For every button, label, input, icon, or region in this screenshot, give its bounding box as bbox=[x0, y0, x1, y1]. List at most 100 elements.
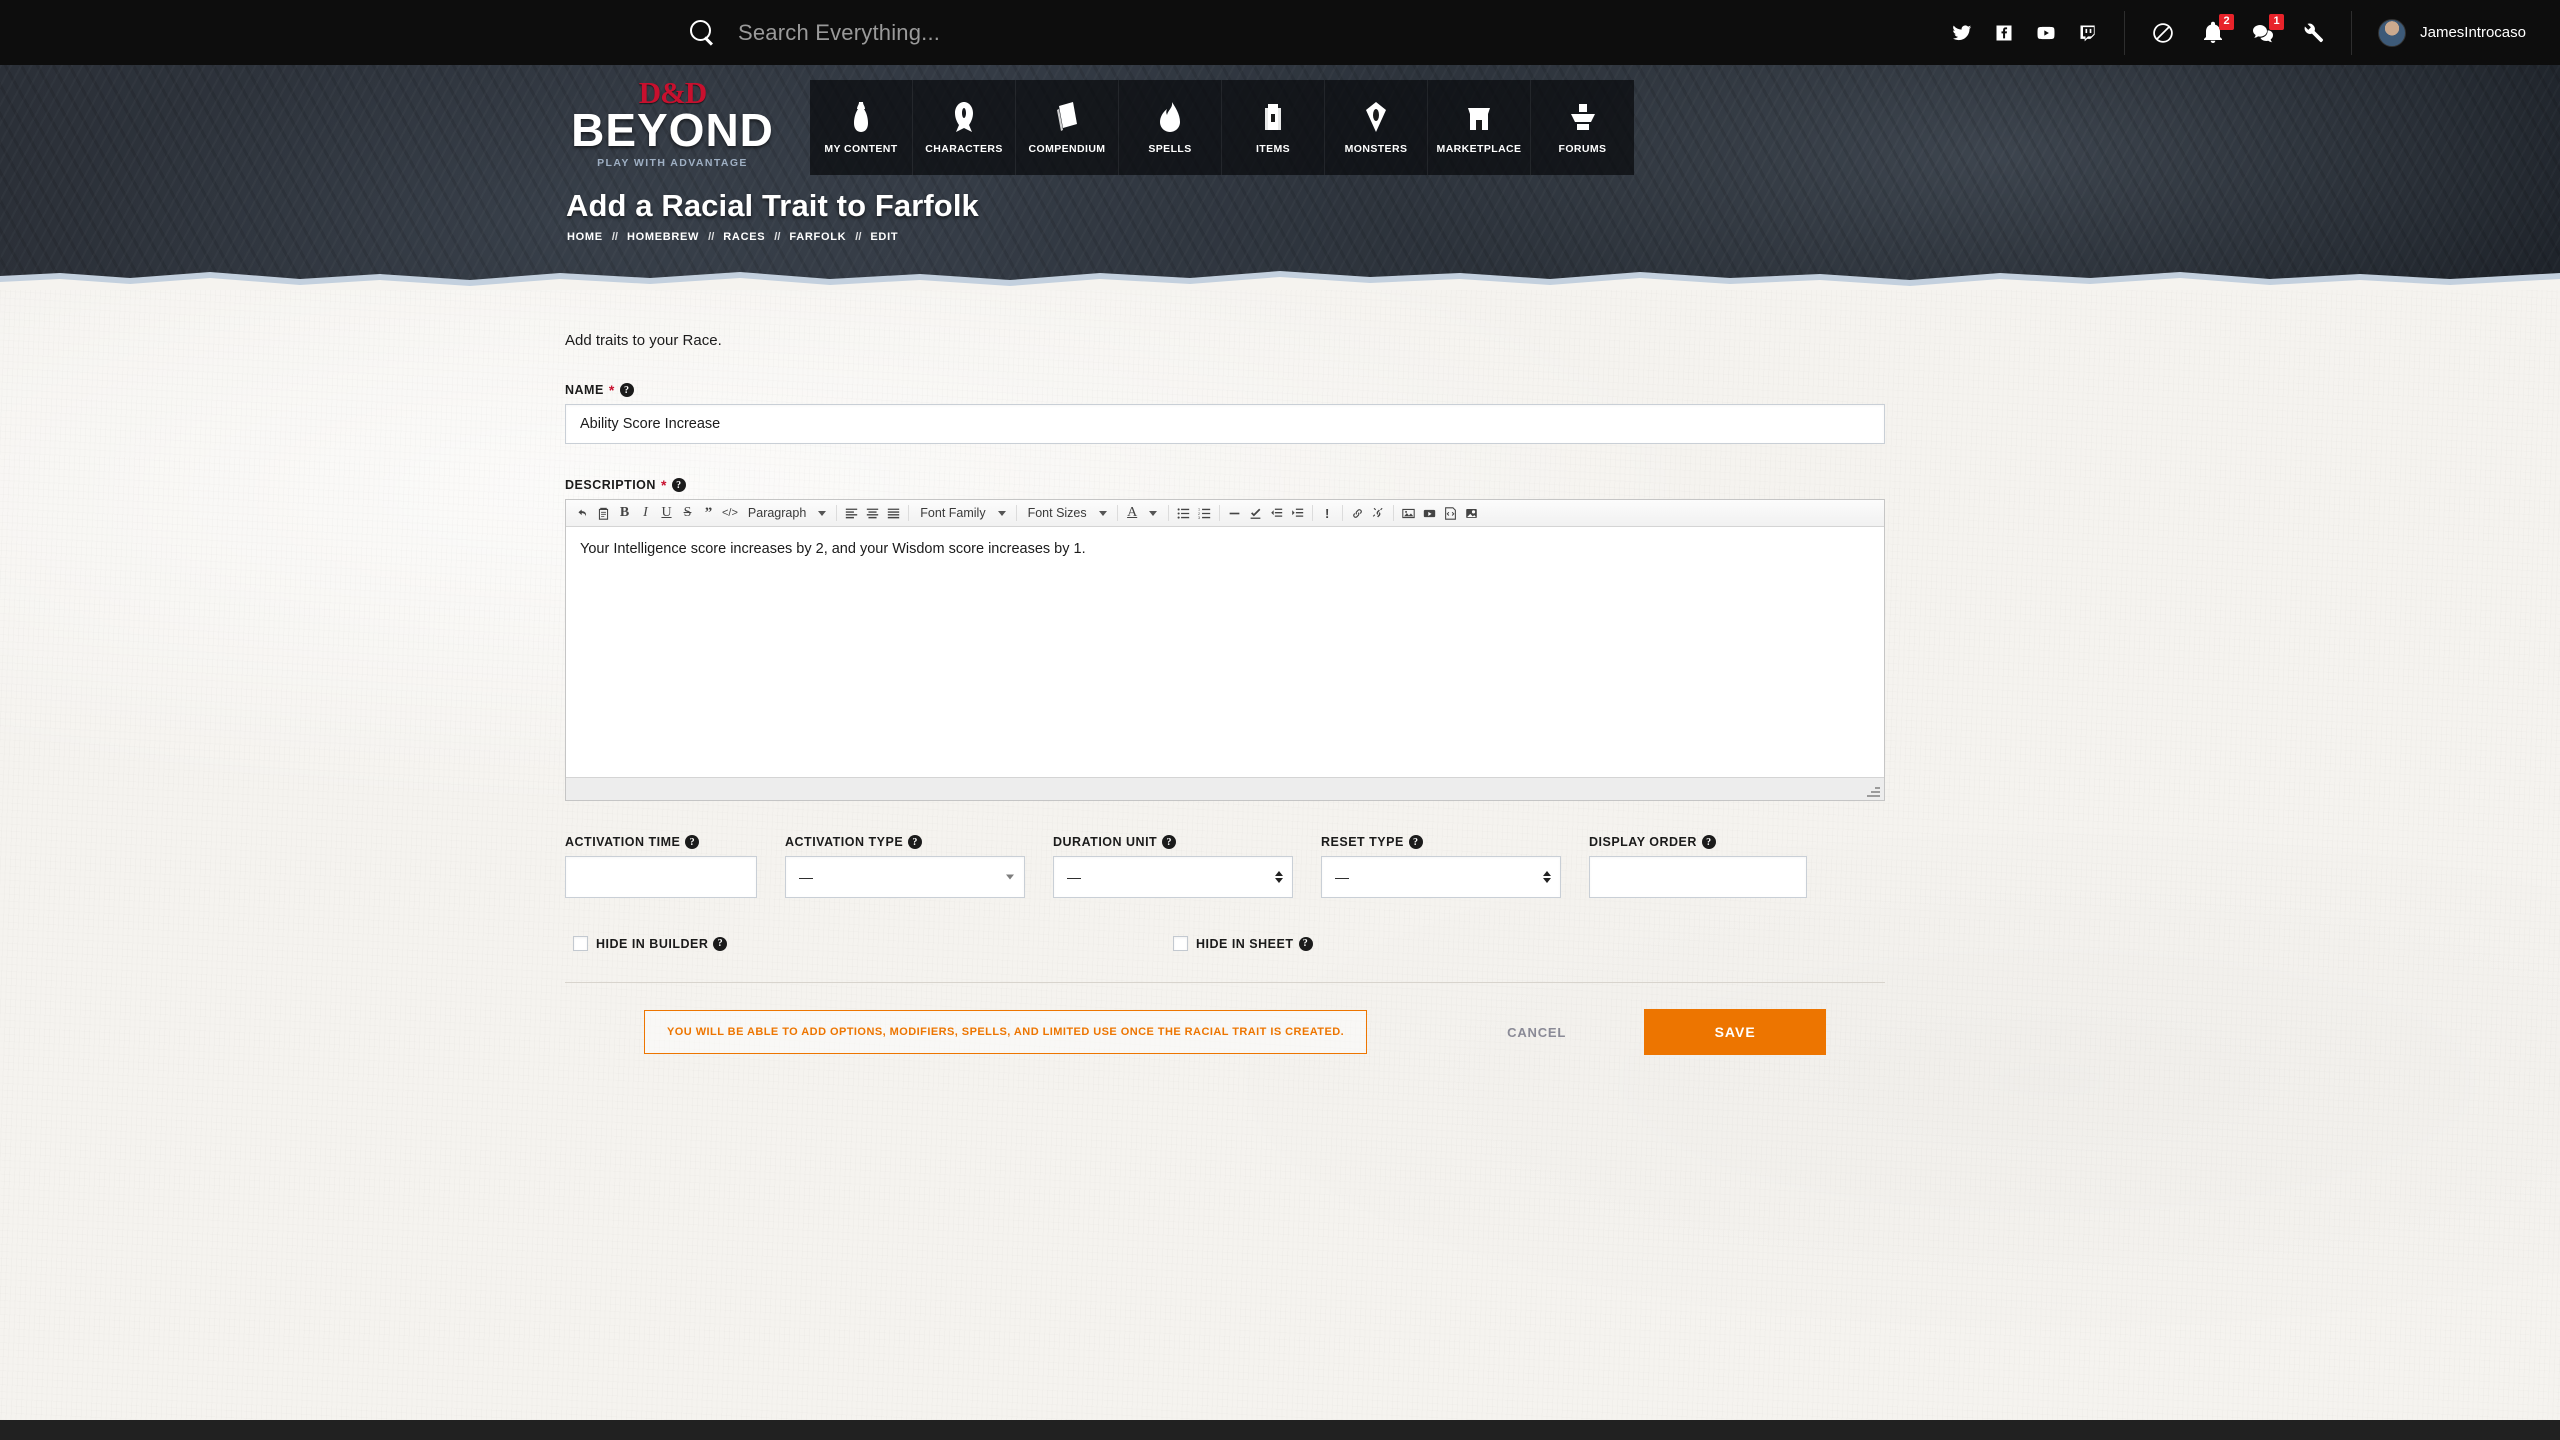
help-icon[interactable]: ? bbox=[671, 478, 686, 492]
nav-item-monsters[interactable]: MONSTERS bbox=[1325, 80, 1428, 175]
activation-type-select[interactable]: — bbox=[785, 856, 1025, 898]
breadcrumb-item-homebrew[interactable]: HOMEBREW bbox=[627, 231, 699, 243]
avatar[interactable] bbox=[2378, 18, 2407, 47]
main-navigation: MY CONTENT CHARACTERS COMPENDIUM SPELLS … bbox=[810, 80, 1634, 175]
media-icon[interactable] bbox=[1461, 503, 1482, 524]
search-icon[interactable] bbox=[690, 19, 716, 46]
youtube-icon[interactable] bbox=[2036, 23, 2056, 43]
breadcrumb-item-edit[interactable]: EDIT bbox=[870, 231, 898, 243]
display-order-input[interactable] bbox=[1589, 856, 1807, 898]
font-size-select[interactable]: Font Sizes bbox=[1021, 503, 1113, 524]
help-icon[interactable]: ? bbox=[1162, 835, 1177, 849]
toolbar-separator bbox=[1392, 505, 1394, 521]
toolbar-separator bbox=[908, 505, 910, 521]
global-search[interactable]: Search Everything... bbox=[690, 19, 940, 46]
dnd-beyond-logo[interactable]: D&D BEYOND PLAY WITH ADVANTAGE bbox=[565, 77, 780, 169]
nav-label: MONSTERS bbox=[1344, 143, 1408, 155]
breadcrumb-separator: // bbox=[855, 231, 862, 243]
user-menu[interactable]: JamesIntrocaso bbox=[2352, 18, 2560, 47]
nav-item-spells[interactable]: SPELLS bbox=[1119, 80, 1222, 175]
anvil-icon bbox=[1570, 104, 1595, 130]
checkbox-box[interactable] bbox=[1173, 936, 1188, 951]
required-indicator: * bbox=[660, 477, 667, 493]
hide-in-builder-checkbox[interactable]: HIDE IN BUILDER ? bbox=[573, 936, 728, 951]
help-icon[interactable]: ? bbox=[1408, 835, 1423, 849]
italic-icon[interactable]: I bbox=[635, 503, 656, 524]
reset-type-field: RESET TYPE ? — bbox=[1321, 835, 1561, 898]
duration-unit-label: DURATION UNIT ? bbox=[1053, 835, 1293, 849]
blockquote-icon[interactable]: ” bbox=[698, 503, 719, 524]
bold-icon[interactable]: B bbox=[614, 503, 635, 524]
outdent-icon[interactable] bbox=[1266, 503, 1287, 524]
twitch-icon[interactable] bbox=[2078, 23, 2098, 43]
text-color-icon[interactable]: A bbox=[1122, 503, 1143, 524]
save-button[interactable]: SAVE bbox=[1644, 1009, 1827, 1055]
breadcrumb-item-farfolk[interactable]: FARFOLK bbox=[789, 231, 846, 243]
description-rich-text-editor[interactable]: B I U S ” </> Paragraph Font Family Font… bbox=[565, 499, 1885, 801]
embed-icon[interactable] bbox=[1440, 503, 1461, 524]
paste-icon[interactable] bbox=[593, 503, 614, 524]
breadcrumb-item-races[interactable]: RACES bbox=[723, 231, 765, 243]
help-icon[interactable]: ? bbox=[713, 936, 728, 951]
dice-icon[interactable] bbox=[2151, 21, 2175, 45]
reset-type-select[interactable]: — bbox=[1321, 856, 1561, 898]
wrench-icon[interactable] bbox=[2301, 21, 2325, 45]
link-icon[interactable] bbox=[1347, 503, 1368, 524]
horizontal-rule-icon[interactable] bbox=[1224, 503, 1245, 524]
image-icon[interactable] bbox=[1398, 503, 1419, 524]
hide-in-sheet-checkbox[interactable]: HIDE IN SHEET ? bbox=[1173, 936, 1313, 951]
special-character-icon[interactable]: ! bbox=[1317, 503, 1338, 524]
chevron-down-icon bbox=[997, 510, 1006, 516]
reset-type-label: RESET TYPE ? bbox=[1321, 835, 1561, 849]
bullet-list-icon[interactable] bbox=[1173, 503, 1194, 524]
toolbar-separator bbox=[1015, 505, 1017, 521]
stepper-arrows-icon bbox=[1543, 871, 1551, 883]
indent-icon[interactable] bbox=[1287, 503, 1308, 524]
nav-item-compendium[interactable]: COMPENDIUM bbox=[1016, 80, 1119, 175]
duration-unit-select[interactable]: — bbox=[1053, 856, 1293, 898]
eye-icon bbox=[1366, 102, 1386, 132]
underline-icon[interactable]: U bbox=[656, 503, 677, 524]
label-text: RESET TYPE bbox=[1321, 835, 1404, 849]
editor-resize-handle[interactable] bbox=[1866, 783, 1880, 797]
video-icon[interactable] bbox=[1419, 503, 1440, 524]
help-icon[interactable]: ? bbox=[1701, 835, 1716, 849]
nav-item-my-content[interactable]: MY CONTENT bbox=[810, 80, 913, 175]
description-label-text: DESCRIPTION bbox=[565, 478, 656, 492]
help-icon[interactable]: ? bbox=[619, 383, 634, 397]
undo-icon[interactable] bbox=[572, 503, 593, 524]
toolbar-separator bbox=[836, 505, 838, 521]
chat-icon[interactable]: 1 bbox=[2251, 13, 2285, 45]
align-justify-icon[interactable] bbox=[883, 503, 904, 524]
nav-item-items[interactable]: ITEMS bbox=[1222, 80, 1325, 175]
numbered-list-icon[interactable]: 123 bbox=[1194, 503, 1215, 524]
visibility-options: HIDE IN BUILDER ? HIDE IN SHEET ? bbox=[565, 936, 1885, 958]
font-family-select[interactable]: Font Family bbox=[913, 503, 1011, 524]
cancel-button[interactable]: CANCEL bbox=[1489, 1015, 1584, 1050]
unlink-icon[interactable] bbox=[1368, 503, 1389, 524]
source-code-icon[interactable]: </> bbox=[719, 503, 741, 524]
nav-item-marketplace[interactable]: MARKETPLACE bbox=[1428, 80, 1531, 175]
chevron-down-icon[interactable] bbox=[1149, 510, 1158, 516]
description-editor-body[interactable]: Your Intelligence score increases by 2, … bbox=[566, 527, 1884, 777]
nav-item-forums[interactable]: FORUMS bbox=[1531, 80, 1634, 175]
block-format-select[interactable]: Paragraph bbox=[741, 503, 832, 524]
nav-item-characters[interactable]: CHARACTERS bbox=[913, 80, 1016, 175]
facebook-icon[interactable] bbox=[1994, 23, 2014, 43]
help-icon[interactable]: ? bbox=[908, 835, 923, 849]
creation-notice: YOU WILL BE ABLE TO ADD OPTIONS, MODIFIE… bbox=[644, 1010, 1368, 1054]
name-input[interactable] bbox=[565, 404, 1885, 444]
help-icon[interactable]: ? bbox=[685, 835, 700, 849]
align-center-icon[interactable] bbox=[862, 503, 883, 524]
flame-icon bbox=[1160, 102, 1180, 132]
twitter-icon[interactable] bbox=[1952, 23, 1972, 43]
bell-icon[interactable]: 2 bbox=[2201, 13, 2235, 45]
strikethrough-icon[interactable]: S bbox=[677, 503, 698, 524]
align-left-icon[interactable] bbox=[841, 503, 862, 524]
checkbox-box[interactable] bbox=[573, 936, 588, 951]
breadcrumb-item-home[interactable]: HOME bbox=[567, 231, 603, 243]
activation-time-input[interactable] bbox=[565, 856, 757, 898]
remove-format-icon[interactable] bbox=[1245, 503, 1266, 524]
help-icon[interactable]: ? bbox=[1298, 936, 1313, 951]
search-input[interactable]: Search Everything... bbox=[738, 20, 940, 46]
